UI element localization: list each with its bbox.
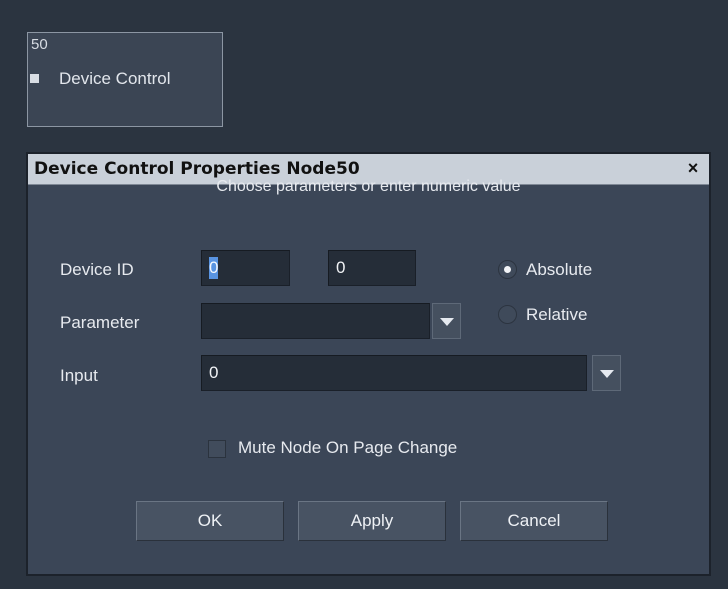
device-id-field-2[interactable]: 0 xyxy=(328,250,416,286)
relative-label: Relative xyxy=(526,305,588,324)
absolute-label: Absolute xyxy=(526,260,593,279)
absolute-radio[interactable] xyxy=(498,260,517,279)
node-id: 50 xyxy=(31,36,48,53)
dialog-title: Device Control Properties Node50 xyxy=(34,159,360,179)
properties-dialog: Device Control Properties Node50 × Choos… xyxy=(26,152,711,576)
parameter-label: Parameter xyxy=(60,313,140,332)
apply-button[interactable]: Apply xyxy=(298,501,446,541)
input-label: Input xyxy=(60,366,98,385)
node-input-port[interactable] xyxy=(30,74,39,83)
cancel-button[interactable]: Cancel xyxy=(460,501,608,541)
close-icon[interactable]: × xyxy=(683,157,703,179)
ok-button[interactable]: OK xyxy=(136,501,284,541)
parameter-dropdown-icon[interactable] xyxy=(432,303,461,339)
relative-radio[interactable] xyxy=(498,305,517,324)
device-id-label: Device ID xyxy=(60,260,134,279)
parameter-select[interactable] xyxy=(201,303,430,339)
dialog-subtitle: Choose parameters or enter numeric value xyxy=(216,178,521,195)
input-select[interactable]: 0 xyxy=(201,355,587,391)
node-title: Device Control xyxy=(59,69,171,88)
device-control-node[interactable]: 50 Device Control xyxy=(27,32,223,127)
input-dropdown-icon[interactable] xyxy=(592,355,621,391)
mute-checkbox[interactable] xyxy=(208,440,226,458)
device-id-field-1[interactable]: 0 xyxy=(201,250,290,286)
mute-label: Mute Node On Page Change xyxy=(238,438,458,457)
